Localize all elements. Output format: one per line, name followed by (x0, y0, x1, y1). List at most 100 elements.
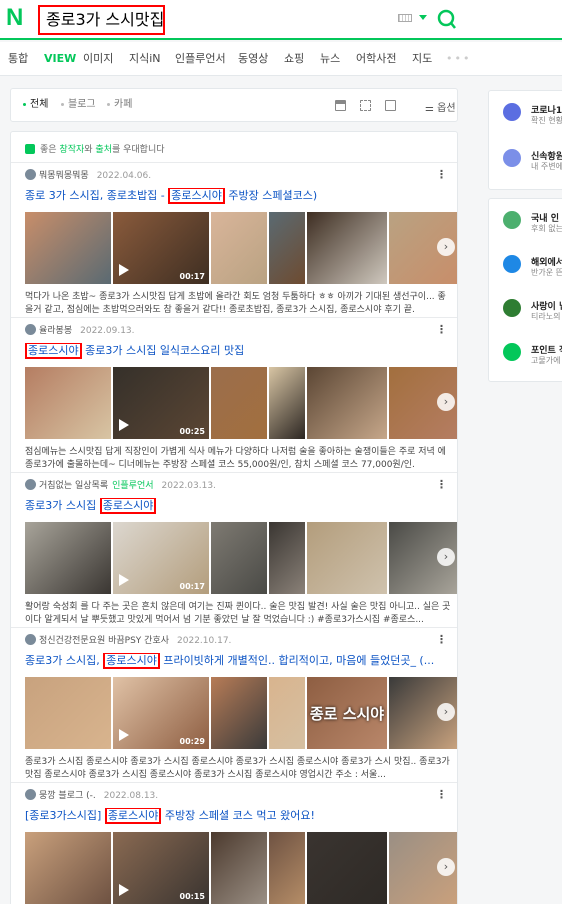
thumbnail-strip: 00:15 › (25, 832, 457, 904)
thumbnail-image[interactable]: 00:17 (113, 212, 209, 284)
thumbnail-image[interactable] (269, 677, 305, 749)
result-title[interactable]: 종로3가 스시집, 종로스시야 프라이빗하게 개별적인.. 합리적이고, 마음에… (25, 653, 455, 669)
tab-kin[interactable]: 지식iN (129, 52, 161, 65)
result-title[interactable]: 종로3가 스시집 종로스시야 (25, 498, 455, 514)
search-icon[interactable] (437, 8, 457, 30)
filter-cafe[interactable]: 카페 (107, 99, 132, 111)
thumbnail-image[interactable] (211, 212, 267, 284)
play-icon (119, 264, 129, 276)
service-icon (503, 255, 521, 273)
thumbnail-image[interactable] (211, 677, 267, 749)
post-date: 2022.04.06. (96, 171, 152, 181)
author-name[interactable]: 율라봉봉 (39, 326, 72, 336)
tab-map[interactable]: 지도 (412, 52, 432, 65)
thumbnail-image[interactable]: 00:17 (113, 522, 209, 594)
service-icon (503, 211, 521, 229)
thumbnail-image[interactable] (25, 367, 111, 439)
view-type-list-icon[interactable] (335, 100, 346, 111)
service-icon (503, 103, 521, 121)
more-options-icon[interactable]: ⋮ (436, 478, 447, 491)
thumbnail-image[interactable] (25, 522, 111, 594)
avatar[interactable] (25, 789, 36, 800)
title-highlight: 종로스시야 (103, 653, 160, 669)
result-title[interactable]: 종로 3가 스시집, 종로초밥집 - 종로스시야 주방장 스페셜코스) (25, 188, 455, 204)
tab-influencer[interactable]: 인플루언서 (175, 52, 226, 65)
thumbnail-image[interactable]: 00:15 (113, 832, 209, 904)
filter-blog[interactable]: 블로그 (61, 99, 96, 111)
option-button[interactable]: ⚌ 옵션 (425, 99, 456, 114)
next-arrow-icon[interactable]: › (437, 238, 455, 256)
thumbnail-image[interactable] (211, 367, 267, 439)
result-description: 종로3가 스시집 종로스시야 종로3가 스시집 종로스시야 종로3가 스시집 종… (25, 757, 450, 780)
result-title[interactable]: 종로스시야 종로3가 스시집 일식코스요리 맛집 (25, 343, 455, 359)
thumbnail-image[interactable] (25, 212, 111, 284)
side-item[interactable]: 사랑이 넘티라노의 (503, 299, 562, 329)
post-date: 2022.10.17. (177, 636, 232, 646)
author-name[interactable]: 뭐몽뭐몽뭐몽 (39, 171, 89, 181)
title-text: 종로3가 스시집 일식코스요리 맛집 (81, 344, 245, 357)
tab-image[interactable]: 이미지 (83, 52, 113, 65)
side-item[interactable]: 국내 인 후회 없는 (503, 211, 562, 241)
side-item[interactable]: 코로나1 확진 현황 (503, 103, 562, 133)
thumbnail-image[interactable] (269, 212, 305, 284)
side-item[interactable]: 포인트 적고물가에 (503, 343, 562, 373)
next-arrow-icon[interactable]: › (437, 858, 455, 876)
search-tabs: 통합 VIEW 이미지 지식iN 인플루언서 동영상 쇼핑 뉴스 어학사전 지도… (0, 42, 562, 76)
selected-dot-icon (23, 102, 26, 106)
next-arrow-icon[interactable]: › (437, 548, 455, 566)
tab-all[interactable]: 통합 (8, 52, 28, 65)
thumbnail-image[interactable] (307, 832, 387, 904)
side-item[interactable]: 신속항원 내 주변에 (503, 149, 562, 179)
thumbnail-image[interactable] (307, 212, 387, 284)
avatar[interactable] (25, 634, 36, 645)
more-options-icon[interactable]: ⋮ (436, 168, 447, 181)
thumbnail-image[interactable] (269, 832, 305, 904)
avatar[interactable] (25, 169, 36, 180)
result-title[interactable]: [종로3가스시집] 종로스시야 주방장 스페셜 코스 먹고 왔어요! (25, 808, 455, 824)
tab-news[interactable]: 뉴스 (320, 52, 340, 65)
title-highlight: 종로스시야 (99, 498, 157, 514)
tab-video[interactable]: 동영상 (238, 52, 268, 65)
search-input[interactable]: 종로3가 스시맛집 (38, 5, 165, 35)
next-arrow-icon[interactable]: › (437, 703, 455, 721)
notice-source-link[interactable]: 출처 (95, 145, 112, 155)
tab-shopping[interactable]: 쇼핑 (284, 52, 304, 65)
thumbnail-image[interactable] (269, 522, 305, 594)
influencer-badge[interactable]: 인플루언서 (112, 481, 153, 491)
dot-icon (107, 102, 110, 106)
thumbnail-image[interactable] (25, 677, 111, 749)
more-options-icon[interactable]: ⋮ (436, 788, 447, 801)
thumbnail-image[interactable] (211, 522, 267, 594)
filter-all[interactable]: 전체 (23, 99, 48, 111)
keyboard-icon[interactable] (398, 14, 412, 22)
more-options-icon[interactable]: ⋮ (436, 323, 447, 336)
notice-creator-link[interactable]: 창작자 (59, 145, 84, 155)
video-duration: 00:25 (179, 427, 205, 436)
thumbnail-image[interactable]: 00:25 (113, 367, 209, 439)
thumbnail-image[interactable] (211, 832, 267, 904)
thumbnail-image[interactable] (307, 367, 387, 439)
view-type-card-icon[interactable] (360, 100, 371, 111)
next-arrow-icon[interactable]: › (437, 393, 455, 411)
list-item: 정신건강전문요원 바끔PSY 간호사 2022.10.17. ⋮ 종로3가 스시집, … (11, 627, 457, 782)
avatar[interactable] (25, 324, 36, 335)
author-name[interactable]: 정신건강전문요원 바끔PSY 간호사 (39, 636, 169, 646)
naver-logo[interactable]: N (6, 6, 23, 30)
more-options-icon[interactable]: ⋮ (436, 633, 447, 646)
side-item[interactable]: 해외에서 반가운 뜬 (503, 255, 562, 285)
avatar[interactable] (25, 479, 36, 490)
thumbnail-image[interactable]: 00:29 (113, 677, 209, 749)
play-icon (119, 574, 129, 586)
result-description: 먹다가 나온 초밥~ 종로3가 스시맛집 답게 초밥에 올라간 회도 엄청 두툼… (25, 292, 446, 315)
thumbnail-image[interactable] (269, 367, 305, 439)
thumbnail-image[interactable]: 종로 스시야 (307, 677, 387, 749)
tab-dictionary[interactable]: 어학사전 (356, 52, 396, 65)
view-type-video-icon[interactable] (385, 100, 396, 111)
chevron-down-icon[interactable] (419, 15, 427, 20)
thumbnail-image[interactable] (307, 522, 387, 594)
author-name[interactable]: 뭉깡 블로그 (-. (39, 791, 96, 801)
tab-view[interactable]: VIEW (44, 52, 76, 65)
thumbnail-image[interactable] (25, 832, 111, 904)
author-name[interactable]: 거침없는 일상목록 (39, 481, 108, 491)
more-tabs-icon[interactable]: ••• (446, 52, 471, 65)
